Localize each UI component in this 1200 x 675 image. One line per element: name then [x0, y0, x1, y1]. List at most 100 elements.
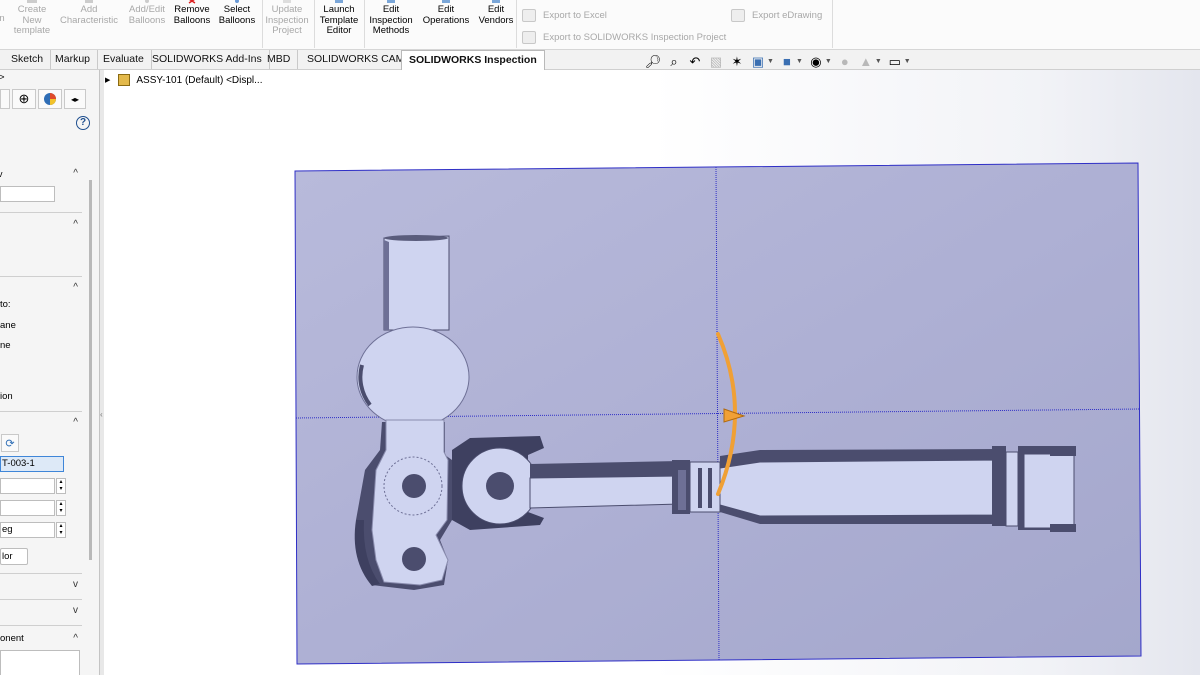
chevron-down-icon: v	[73, 605, 78, 616]
section-divider	[0, 411, 82, 412]
panel-tab-bar: ⊕ ◂▸	[0, 88, 99, 110]
select-balloons-label: Select Balloons	[218, 4, 256, 26]
chevron-up-icon: ^	[73, 633, 78, 644]
edit-operations-button[interactable]: Edit Operations	[418, 0, 474, 48]
component-list[interactable]	[0, 650, 80, 675]
help-icon[interactable]: ?	[76, 116, 90, 130]
chevron-down-icon: v	[73, 579, 78, 590]
edit-vendors-label: Edit Vendors	[478, 4, 514, 26]
display-style-icon[interactable]: ■	[779, 54, 795, 69]
delta-y-spinner[interactable]: ▴ ▾	[56, 500, 66, 516]
edit-vendors-button[interactable]: Edit Vendors	[476, 0, 516, 48]
edit-inspection-methods-button[interactable]: Edit Inspection Methods	[366, 0, 416, 48]
splitter-handle-icon[interactable]: ‹	[100, 410, 103, 419]
zoom-to-fit-icon[interactable]: 🔎︎	[645, 54, 662, 69]
selection-field[interactable]	[0, 186, 55, 202]
export-edrawing-label: Export eDrawing	[752, 10, 823, 21]
export-to-excel-label: Export to Excel	[543, 10, 607, 21]
chevron-up-icon: ^	[73, 219, 78, 230]
heads-up-view-toolbar: 🔎︎ ⌕ ↶ ▧ ✶ ▣ ▼ ■ ▼ ◉ ▼ ● ▲ ▼ ▭ ▼	[645, 53, 916, 69]
appearance-pie-icon	[44, 93, 56, 105]
expand-arrow-icon[interactable]: ▶	[105, 76, 110, 84]
apply-scene-icon[interactable]: ▲	[858, 54, 874, 69]
angle-spinner[interactable]: ▴ ▾	[56, 522, 66, 538]
collapsed-section-2[interactable]: v	[0, 603, 82, 619]
section-header-4[interactable]: ^	[0, 415, 82, 431]
view-orientation-icon[interactable]: ▣	[750, 54, 766, 69]
ribbon-separator	[516, 0, 517, 48]
remove-balloons-button[interactable]: Remove Balloons	[172, 0, 212, 48]
add-edit-balloons-button[interactable]: Add/Edit Balloons	[126, 0, 168, 48]
panel-scrollbar[interactable]	[89, 180, 92, 560]
chevron-down-icon[interactable]: ▼	[875, 58, 882, 65]
section-header-3[interactable]: ^	[0, 280, 82, 296]
chevron-down-icon[interactable]: ▼	[904, 58, 911, 65]
panel-top-arrow[interactable]: >	[0, 72, 5, 83]
tab-solidworks-cam[interactable]: SOLIDWORKS CAM	[300, 50, 413, 69]
ribbon-cut-label: n	[0, 13, 5, 25]
export-edrawing-button[interactable]: Export eDrawing	[731, 9, 822, 22]
section-divider	[0, 625, 82, 626]
export-inspection-project-button[interactable]: Export to SOLIDWORKS Inspection Project	[522, 31, 726, 44]
section-header-cut-label: v	[0, 169, 3, 179]
tab-mbd[interactable]: MBD	[260, 50, 299, 69]
tab-sketch[interactable]: Sketch	[4, 50, 52, 69]
line-option[interactable]: ne	[0, 340, 11, 351]
reference-field[interactable]: T-003-1	[0, 456, 64, 472]
position-option[interactable]: ion	[0, 391, 13, 402]
section-divider	[0, 212, 82, 213]
launch-template-editor-label: Launch Template Editor	[319, 4, 359, 36]
previous-view-icon[interactable]: ↶	[687, 54, 703, 69]
section-header-2[interactable]: ^	[0, 217, 82, 233]
appearance-tab[interactable]	[38, 89, 62, 109]
ribbon-cut-button-label: n	[0, 0, 6, 48]
command-manager-ribbon: n Create New template Add Characteristic…	[0, 0, 1200, 50]
tab-evaluate[interactable]: Evaluate	[96, 50, 152, 69]
feature-manager-tab[interactable]	[0, 89, 10, 109]
zoom-to-area-icon[interactable]: ⌕	[666, 54, 682, 69]
delta-x-spinner[interactable]: ▴ ▾	[56, 478, 66, 494]
tab-markup[interactable]: Markup	[48, 50, 99, 69]
rotate-component-button[interactable]: ⟳	[1, 434, 19, 452]
excel-icon	[522, 9, 536, 22]
apply-button[interactable]: lor	[0, 548, 28, 565]
select-balloons-button[interactable]: Select Balloons	[216, 0, 258, 48]
graphics-viewport[interactable]	[104, 70, 1200, 675]
to-label: to:	[0, 299, 11, 310]
edit-appearance-icon[interactable]: ●	[837, 54, 853, 69]
angle-field[interactable]: eg	[0, 522, 55, 538]
configuration-manager-tab[interactable]: ⊕	[12, 89, 36, 109]
chevron-down-icon[interactable]: ▼	[796, 58, 803, 65]
command-manager-tabs: Sketch Markup Evaluate SOLIDWORKS Add-In…	[0, 50, 1200, 70]
section-divider	[0, 599, 82, 600]
export-to-excel-button[interactable]: Export to Excel	[522, 9, 607, 22]
edit-inspection-methods-label: Edit Inspection Methods	[369, 4, 413, 36]
add-characteristic-button[interactable]: Add Characteristic	[58, 0, 120, 48]
tab-solidworks-add-ins[interactable]: SOLIDWORKS Add-Ins	[145, 50, 270, 69]
tab-solidworks-inspection[interactable]: SOLIDWORKS Inspection	[401, 50, 545, 70]
flyout-feature-tree: ▶ ASSY-101 (Default) <Displ...	[105, 74, 262, 86]
collapsed-section-1[interactable]: v	[0, 577, 82, 593]
delta-x-field[interactable]	[0, 478, 55, 494]
launch-template-editor-button[interactable]: Launch Template Editor	[316, 0, 362, 48]
create-new-template-button[interactable]: Create New template	[12, 0, 52, 48]
component-section-header[interactable]: onent ^	[0, 631, 82, 647]
property-manager-panel: > ⊕ ◂▸ ? ^ v ^ ^ to: ane ne ion ^ ⟳ T-	[0, 70, 100, 675]
chevron-down-icon[interactable]: ▼	[767, 58, 774, 65]
chevron-up-icon: ^	[73, 417, 78, 428]
export-inspection-project-label: Export to SOLIDWORKS Inspection Project	[543, 32, 727, 43]
update-inspection-project-button[interactable]: Update Inspection Project	[264, 0, 310, 48]
hide-show-items-icon[interactable]: ◉	[808, 54, 824, 69]
dynamic-annotation-icon[interactable]: ✶	[729, 54, 745, 69]
chevron-down-icon[interactable]: ▼	[825, 58, 832, 65]
delta-y-field[interactable]	[0, 500, 55, 516]
tab-scroll-arrows[interactable]: ◂▸	[64, 89, 86, 109]
plane-option[interactable]: ane	[0, 320, 16, 331]
section-view-icon[interactable]: ▧	[708, 54, 724, 69]
chevron-up-icon: ^	[73, 282, 78, 293]
section-header-1[interactable]: ^	[0, 166, 82, 182]
display-monitor-icon[interactable]: ▭	[887, 54, 903, 69]
edrawing-icon	[731, 9, 745, 22]
inspection-project-icon	[522, 31, 536, 44]
assembly-tree-item[interactable]: ASSY-101 (Default) <Displ...	[136, 75, 262, 86]
